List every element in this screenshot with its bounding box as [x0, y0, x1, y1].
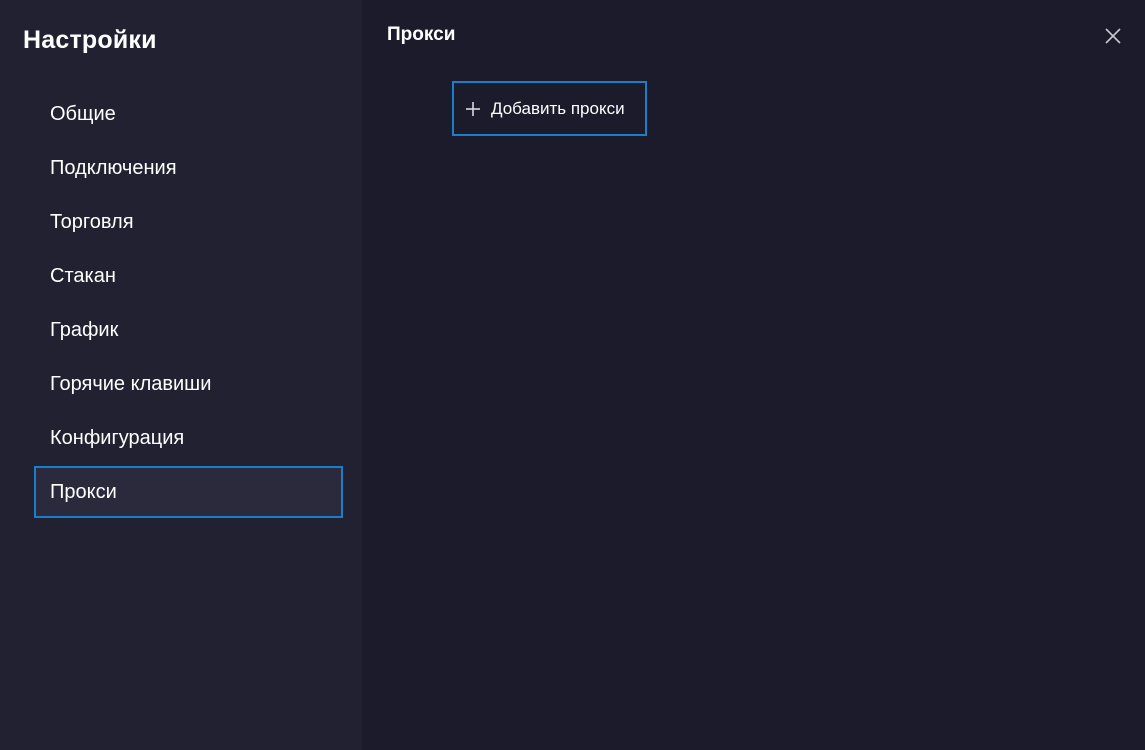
sidebar-item-chart[interactable]: График	[34, 303, 343, 357]
sidebar-item-label: Подключения	[50, 156, 177, 179]
sidebar-item-general[interactable]: Общие	[34, 87, 343, 141]
add-proxy-button[interactable]: Добавить прокси	[452, 81, 647, 136]
settings-sidebar: Настройки Общие Подключения Торговля Ста…	[0, 0, 362, 750]
sidebar-item-label: Конфигурация	[50, 426, 185, 449]
settings-window: Настройки Общие Подключения Торговля Ста…	[0, 0, 1145, 750]
sidebar-item-order-book[interactable]: Стакан	[34, 249, 343, 303]
page-title: Прокси	[387, 24, 456, 45]
plus-icon	[466, 101, 480, 116]
close-button[interactable]	[1103, 26, 1123, 46]
sidebar-item-label: Общие	[50, 102, 116, 125]
sidebar-item-configuration[interactable]: Конфигурация	[34, 411, 343, 465]
sidebar-item-label: Горячие клавиши	[50, 372, 212, 395]
sidebar-item-hotkeys[interactable]: Горячие клавиши	[34, 357, 343, 411]
add-proxy-label: Добавить прокси	[491, 98, 625, 118]
sidebar-item-proxy[interactable]: Прокси	[34, 466, 343, 518]
sidebar-item-label: Прокси	[50, 480, 117, 503]
settings-nav: Общие Подключения Торговля Стакан График…	[34, 87, 343, 518]
sidebar-item-label: Стакан	[50, 264, 116, 287]
sidebar-title: Настройки	[23, 26, 157, 54]
proxy-settings-panel: Прокси Добавить прокси	[362, 0, 1145, 750]
close-icon	[1105, 28, 1121, 44]
sidebar-item-label: Торговля	[50, 210, 134, 233]
sidebar-item-trading[interactable]: Торговля	[34, 195, 343, 249]
sidebar-item-label: График	[50, 318, 119, 341]
sidebar-item-connections[interactable]: Подключения	[34, 141, 343, 195]
